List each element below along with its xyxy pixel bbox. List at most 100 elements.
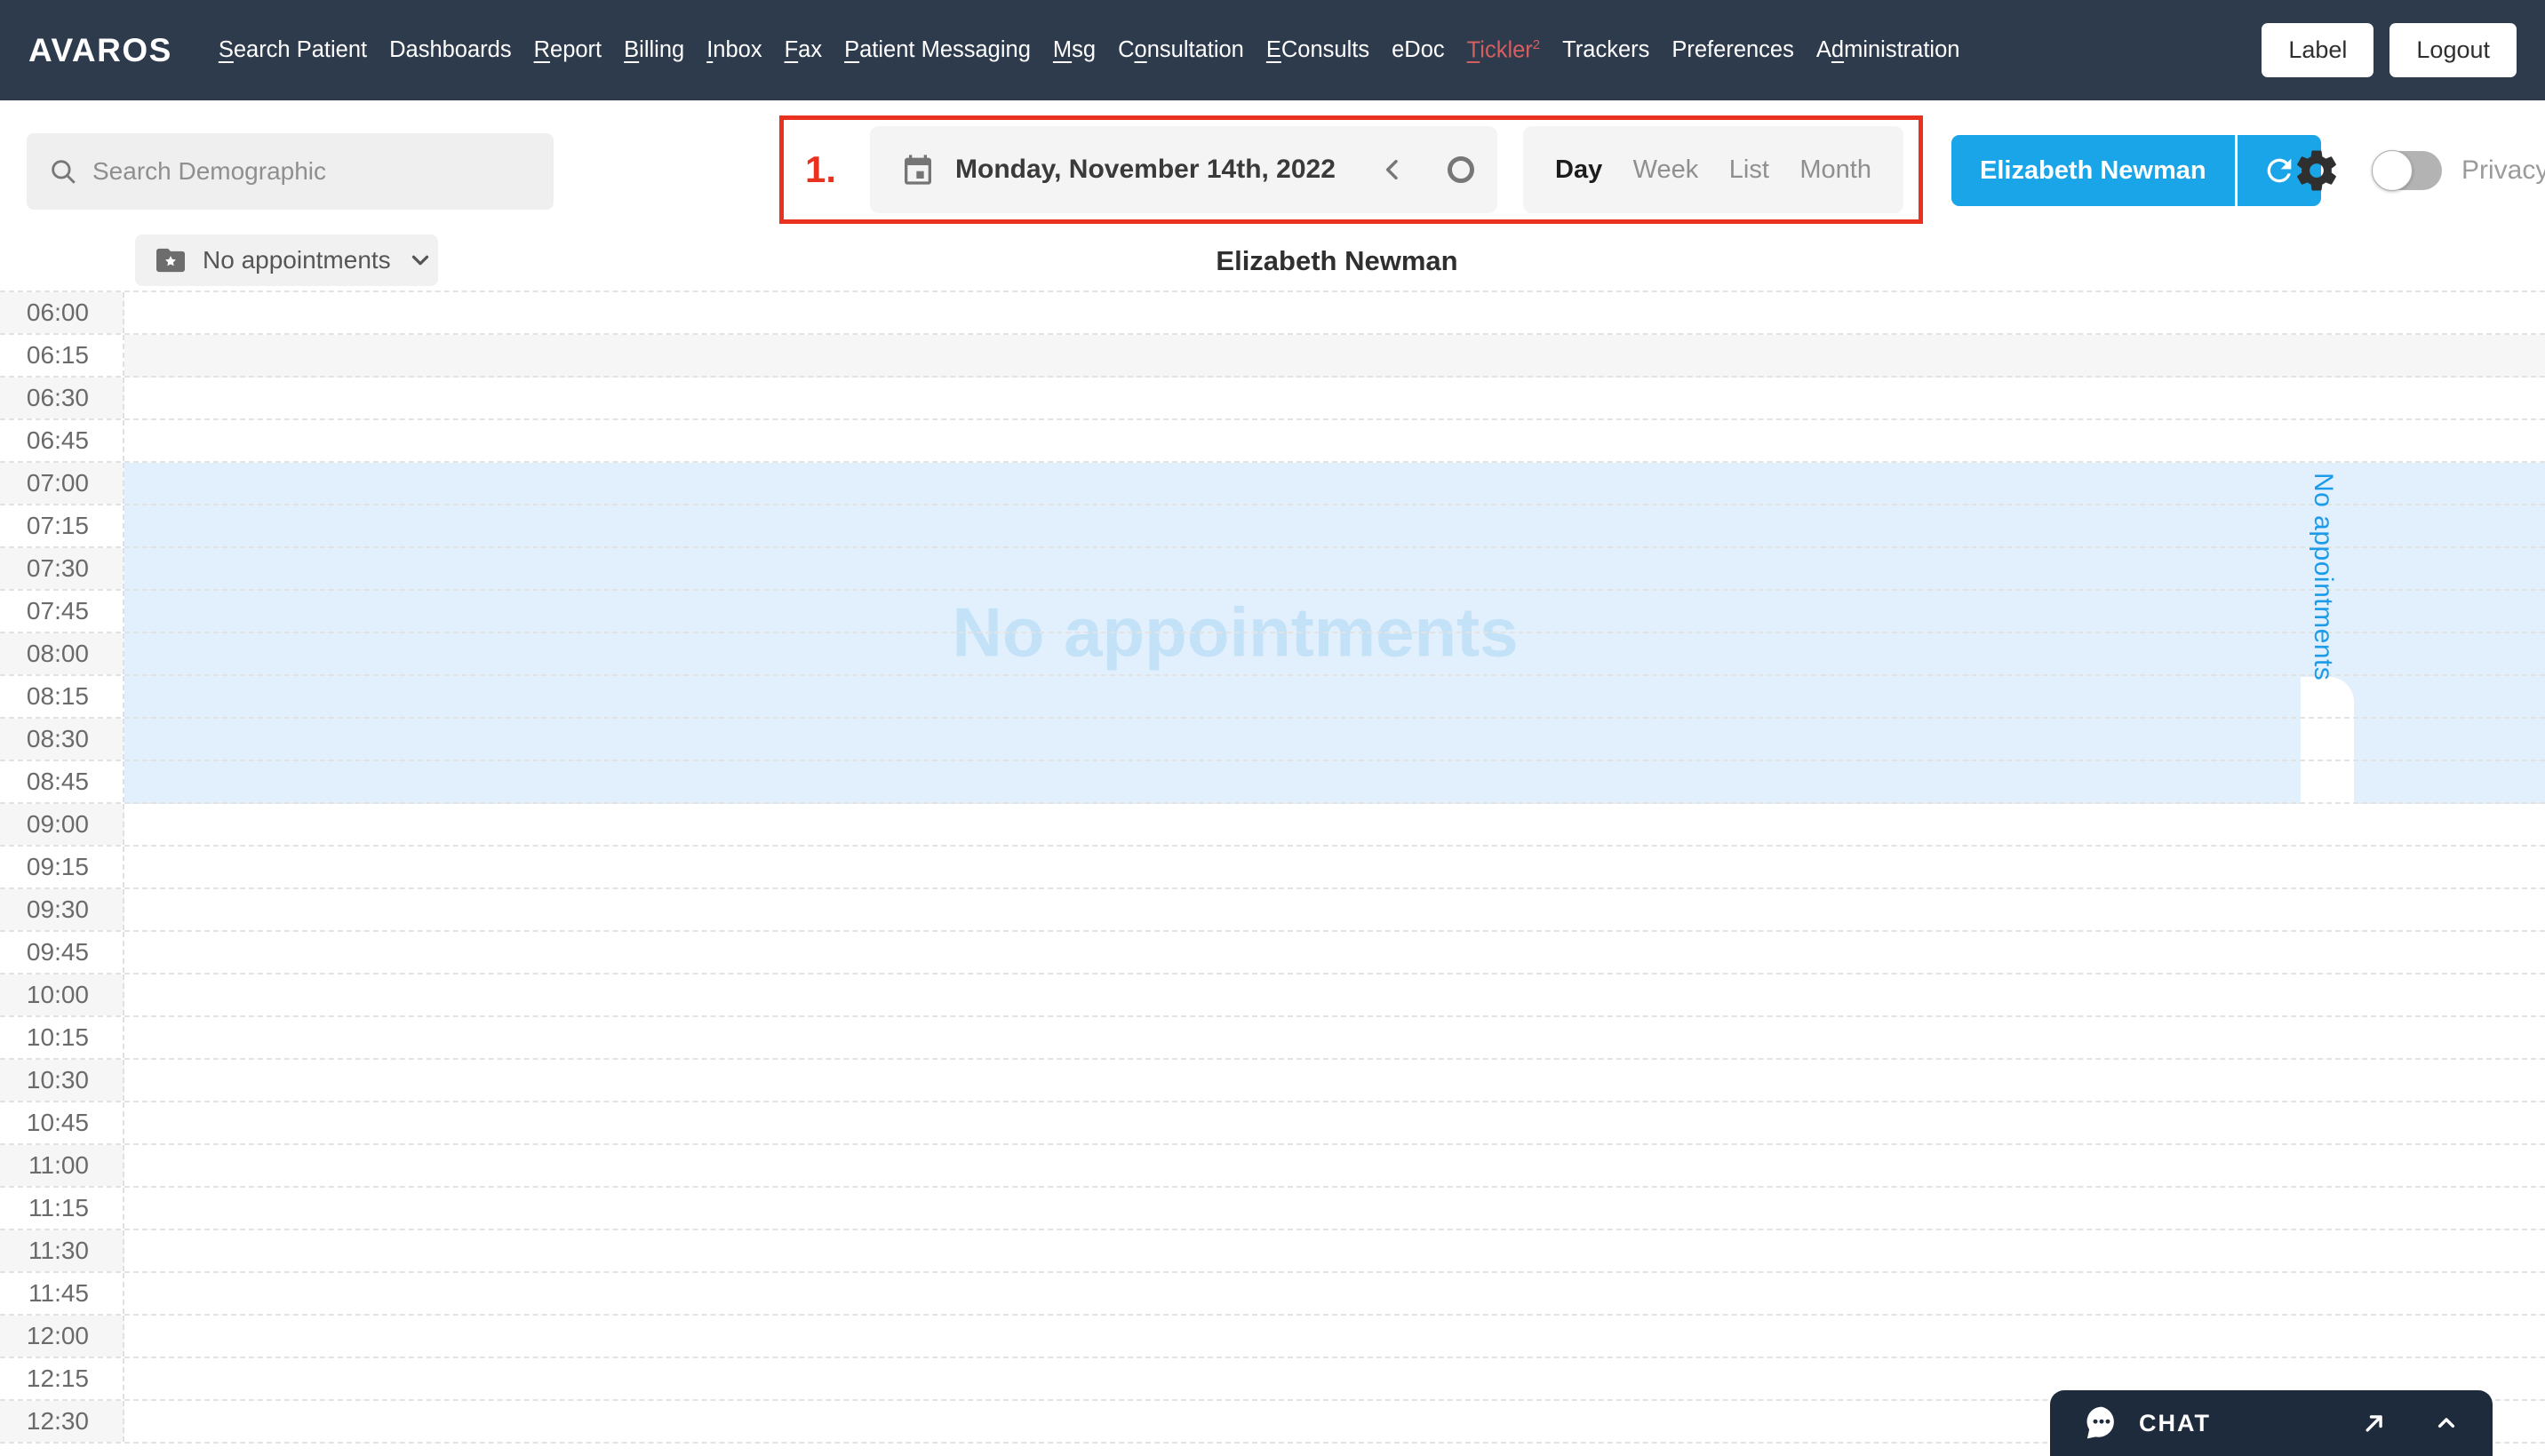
view-switcher: Day Week List Month (1523, 126, 1903, 213)
nav-item-billing[interactable]: Billing (624, 37, 684, 63)
time-row-0800: 08:00 (0, 633, 2545, 676)
nav-item-report[interactable]: Report (534, 37, 602, 63)
today-button[interactable] (1447, 156, 1474, 183)
slot-cell[interactable] (124, 335, 2545, 376)
refresh-icon (2262, 153, 2297, 188)
slot-cell[interactable] (124, 1230, 2545, 1271)
slot-cell[interactable] (124, 932, 2545, 973)
time-label: 09:30 (0, 889, 124, 930)
time-label: 06:45 (0, 420, 124, 461)
time-label: 09:00 (0, 804, 124, 845)
slot-cell[interactable] (124, 1060, 2545, 1101)
time-label: 08:15 (0, 676, 124, 717)
app-logo: AVAROS (28, 31, 172, 68)
slot-cell[interactable] (124, 1188, 2545, 1229)
time-label: 08:30 (0, 719, 124, 760)
calendar-icon (900, 152, 936, 187)
time-label: 07:45 (0, 591, 124, 632)
filter-label: No appointments (203, 246, 391, 274)
time-row-1030: 10:30 (0, 1060, 2545, 1102)
label-button[interactable]: Label (2262, 23, 2374, 77)
date-picker-button[interactable]: Monday, November 14th, 2022 (870, 126, 1536, 213)
slot-cell[interactable] (124, 804, 2545, 845)
slot-cell[interactable] (124, 1316, 2545, 1357)
time-label: 07:15 (0, 505, 124, 546)
time-row-0600: 06:00 (0, 292, 2545, 335)
slot-cell[interactable] (124, 505, 2545, 546)
search-demographic-box[interactable] (27, 133, 554, 210)
time-label: 10:30 (0, 1060, 124, 1101)
slot-cell[interactable] (124, 463, 2545, 504)
time-row-0630: 06:30 (0, 378, 2545, 420)
appointment-filter-dropdown[interactable]: No appointments (135, 235, 438, 286)
time-row-0715: 07:15 (0, 505, 2545, 548)
no-appointments-vertical-label: No appointments (2309, 473, 2338, 681)
slot-cell[interactable] (124, 719, 2545, 760)
nav-item-inbox[interactable]: Inbox (706, 37, 762, 63)
privacy-control: Privacy (2372, 150, 2545, 191)
slot-cell[interactable] (124, 633, 2545, 674)
chat-label: CHAT (2139, 1409, 2211, 1436)
slot-cell[interactable] (124, 591, 2545, 632)
time-row-0930: 09:30 (0, 889, 2545, 932)
time-row-0745: 07:45 (0, 591, 2545, 633)
time-row-0700: 07:00 (0, 463, 2545, 505)
view-tab-day[interactable]: Day (1555, 155, 1602, 185)
time-row-1100: 11:00 (0, 1145, 2545, 1188)
view-tab-month[interactable]: Month (1799, 155, 1871, 185)
time-label: 12:00 (0, 1316, 124, 1357)
logout-button[interactable]: Logout (2389, 23, 2517, 77)
slot-cell[interactable] (124, 889, 2545, 930)
slot-cell[interactable] (124, 761, 2545, 802)
time-row-1145: 11:45 (0, 1273, 2545, 1316)
nav-item-fax[interactable]: Fax (785, 37, 823, 63)
time-row-0830: 08:30 (0, 719, 2545, 761)
slot-cell[interactable] (124, 1145, 2545, 1186)
time-row-1200: 12:00 (0, 1316, 2545, 1358)
privacy-label: Privacy (2461, 155, 2545, 185)
slot-cell[interactable] (124, 975, 2545, 1015)
slot-cell[interactable] (124, 548, 2545, 589)
nav-item-consultation[interactable]: Consultation (1118, 37, 1244, 63)
nav-item-trackers[interactable]: Trackers (1562, 37, 1649, 63)
privacy-toggle[interactable] (2372, 150, 2442, 191)
search-demographic-input[interactable] (92, 157, 532, 186)
nav-item-econsults[interactable]: EConsults (1266, 37, 1369, 63)
time-row-0915: 09:15 (0, 847, 2545, 889)
view-tab-week[interactable]: Week (1633, 155, 1699, 185)
slot-cell[interactable] (124, 420, 2545, 461)
time-label: 11:45 (0, 1273, 124, 1314)
nav-item-patient-messaging[interactable]: Patient Messaging (844, 37, 1031, 63)
nav-item-tickler[interactable]: Tickler2 (1467, 37, 1541, 64)
chat-widget[interactable]: CHAT (2050, 1390, 2493, 1456)
nav-item-search-patient[interactable]: Search Patient (219, 37, 367, 63)
time-label: 06:00 (0, 292, 124, 333)
date-nav (1378, 155, 1544, 184)
slot-cell[interactable] (124, 847, 2545, 887)
view-tab-list[interactable]: List (1729, 155, 1769, 185)
nav-item-edoc[interactable]: eDoc (1392, 37, 1445, 63)
time-label: 10:45 (0, 1102, 124, 1143)
slot-cell[interactable] (124, 292, 2545, 333)
provider-button-group: Elizabeth Newman (1951, 135, 2321, 206)
chat-popout-button[interactable] (2359, 1408, 2389, 1438)
settings-button[interactable] (2293, 147, 2341, 195)
slot-cell[interactable] (124, 1017, 2545, 1058)
provider-button[interactable]: Elizabeth Newman (1951, 135, 2235, 206)
time-row-1130: 11:30 (0, 1230, 2545, 1273)
time-row-0845: 08:45 (0, 761, 2545, 804)
prev-day-button[interactable] (1378, 155, 1407, 184)
chat-expand-button[interactable] (2432, 1409, 2461, 1437)
chevron-down-icon (407, 247, 434, 274)
nav-item-administration[interactable]: Administration (1816, 37, 1960, 63)
slot-cell[interactable] (124, 1102, 2545, 1143)
nav-item-dashboards[interactable]: Dashboards (389, 37, 512, 63)
time-row-0645: 06:45 (0, 420, 2545, 463)
schedule-grid: No appointments 06:00 06:15 06:30 06:45 07:0… (0, 290, 2545, 1456)
nav-item-msg[interactable]: Msg (1053, 37, 1096, 63)
slot-cell[interactable] (124, 378, 2545, 418)
slot-cell[interactable] (124, 676, 2545, 717)
chat-bubble-icon (2082, 1404, 2121, 1443)
nav-item-preferences[interactable]: Preferences (1671, 37, 1794, 63)
slot-cell[interactable] (124, 1273, 2545, 1314)
